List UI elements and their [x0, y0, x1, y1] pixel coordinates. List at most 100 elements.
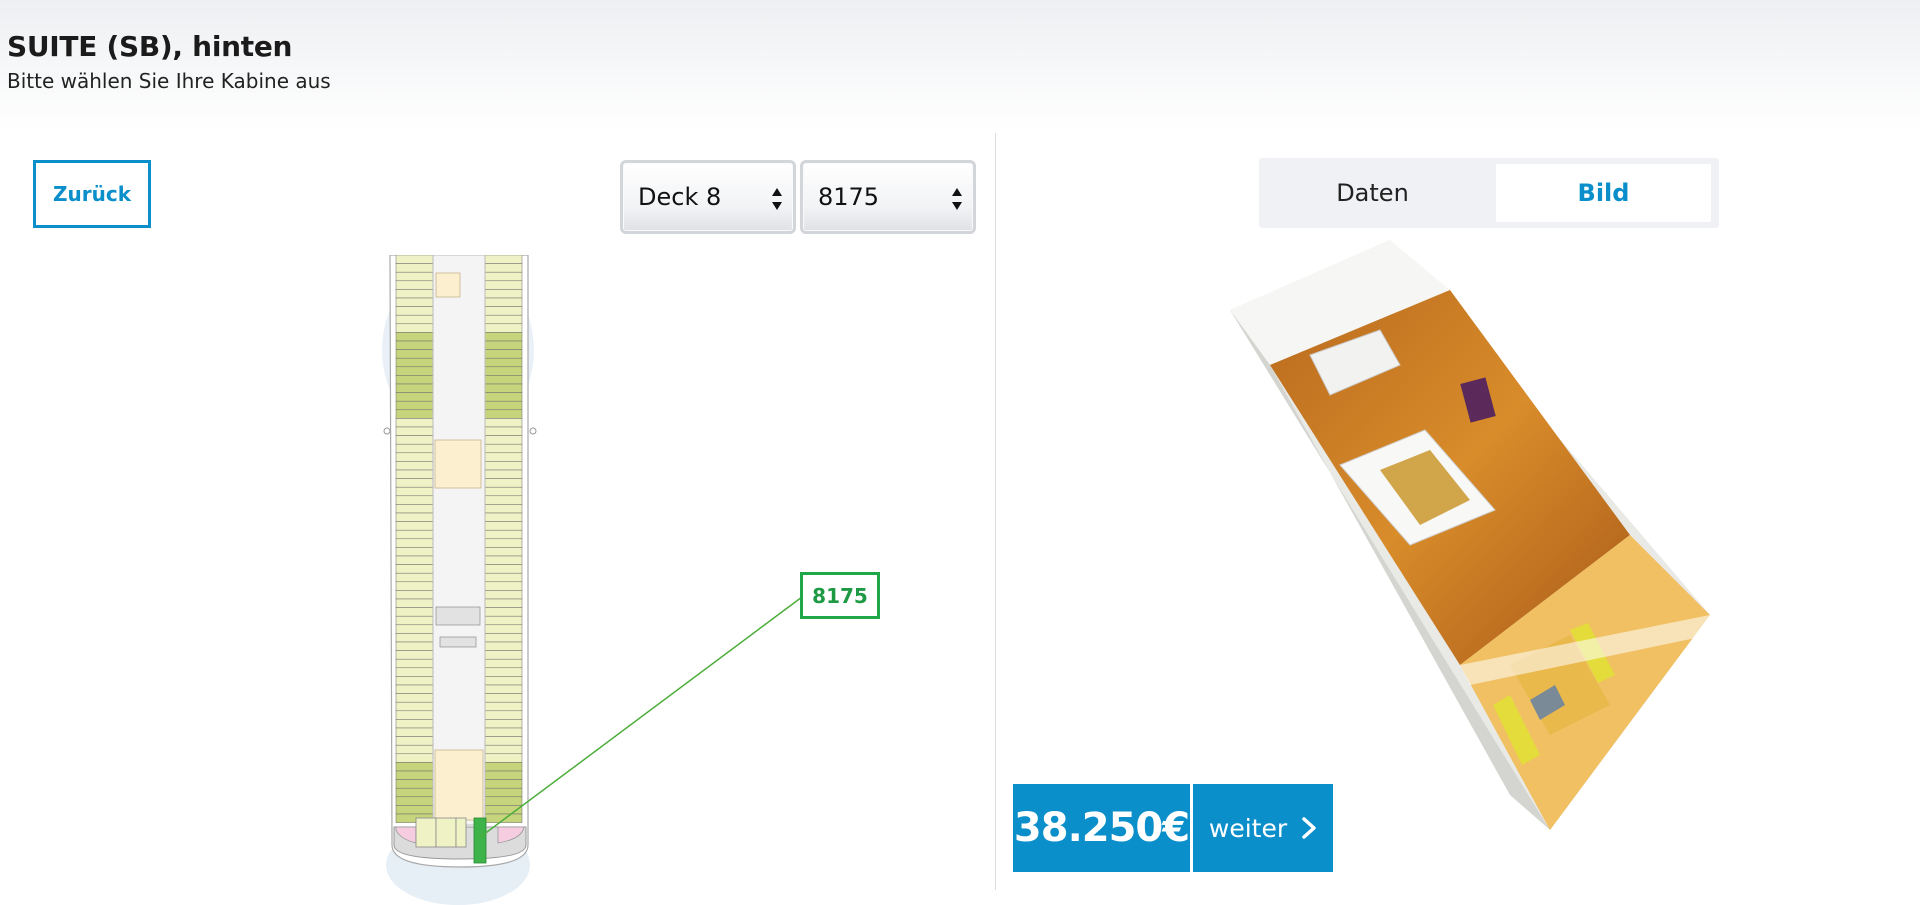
cabin[interactable]: [395, 332, 434, 342]
cabin[interactable]: [484, 306, 523, 316]
cabin[interactable]: [484, 650, 523, 660]
cabin[interactable]: [395, 349, 434, 359]
cabin[interactable]: [484, 598, 523, 608]
cabin[interactable]: [395, 357, 434, 368]
back-button[interactable]: Zurück: [33, 160, 151, 228]
cabin[interactable]: [395, 787, 434, 798]
cabin[interactable]: [395, 400, 434, 411]
cabin[interactable]: [484, 633, 523, 643]
cabin[interactable]: [484, 418, 523, 428]
cabin[interactable]: [484, 375, 523, 385]
cabin[interactable]: [484, 443, 523, 454]
cabin[interactable]: [395, 418, 434, 428]
cabin[interactable]: [395, 409, 434, 419]
cabin[interactable]: [395, 555, 434, 565]
cabin[interactable]: [395, 564, 434, 574]
cabin[interactable]: [395, 435, 434, 445]
cabin[interactable]: [395, 538, 434, 548]
deck-select[interactable]: Deck 8: [620, 160, 796, 234]
cabin[interactable]: [484, 400, 523, 411]
deck-plan[interactable]: [380, 255, 540, 905]
next-button[interactable]: weiter: [1193, 784, 1333, 872]
cabin[interactable]: [395, 650, 434, 660]
cabin[interactable]: [484, 529, 523, 540]
cabin[interactable]: [484, 658, 523, 669]
selected-cabin[interactable]: [473, 817, 487, 864]
cabin[interactable]: [395, 607, 434, 617]
cabin[interactable]: [395, 263, 434, 273]
cabin[interactable]: [484, 607, 523, 617]
cabin[interactable]: [455, 817, 467, 848]
cabin[interactable]: [395, 426, 434, 436]
cabin[interactable]: [435, 817, 457, 848]
cabin[interactable]: [395, 289, 434, 299]
cabin[interactable]: [395, 572, 434, 583]
cabin[interactable]: [484, 452, 523, 462]
cabin[interactable]: [484, 280, 523, 290]
cabin[interactable]: [484, 813, 523, 823]
cabin[interactable]: [484, 744, 523, 755]
cabin[interactable]: [484, 314, 523, 325]
cabin[interactable]: [484, 349, 523, 359]
cabin[interactable]: [395, 624, 434, 634]
cabin[interactable]: [395, 469, 434, 479]
cabin[interactable]: [484, 762, 523, 772]
cabin[interactable]: [395, 383, 434, 393]
cabin[interactable]: [484, 435, 523, 445]
cabin[interactable]: [484, 340, 523, 350]
cabin[interactable]: [484, 667, 523, 677]
cabin[interactable]: [484, 271, 523, 282]
selected-cabin-callout[interactable]: 8175: [800, 572, 880, 619]
cabin[interactable]: [484, 581, 523, 591]
tab-daten[interactable]: Daten: [1265, 164, 1480, 222]
cabin[interactable]: [395, 392, 434, 402]
cabin[interactable]: [395, 280, 434, 290]
cabin[interactable]: [484, 357, 523, 368]
cabin[interactable]: [484, 684, 523, 694]
cabin[interactable]: [395, 495, 434, 505]
cabin[interactable]: [484, 796, 523, 806]
cabin[interactable]: [395, 461, 434, 471]
cabin[interactable]: [395, 796, 434, 806]
cabin[interactable]: [395, 676, 434, 686]
cabin[interactable]: [484, 805, 523, 815]
cabin[interactable]: [484, 263, 523, 273]
cabin[interactable]: [484, 538, 523, 548]
cabin[interactable]: [484, 383, 523, 393]
cabin[interactable]: [484, 719, 523, 729]
cabin[interactable]: [484, 366, 523, 376]
cabin[interactable]: [484, 779, 523, 789]
cabin[interactable]: [395, 658, 434, 669]
cabin[interactable]: [484, 736, 523, 746]
cabin[interactable]: [484, 753, 523, 763]
cabin[interactable]: [484, 547, 523, 557]
cabin[interactable]: [395, 529, 434, 540]
cabin[interactable]: [484, 624, 523, 634]
cabin[interactable]: [484, 504, 523, 514]
cabin[interactable]: [484, 787, 523, 798]
cabin[interactable]: [395, 770, 434, 780]
cabin[interactable]: [395, 641, 434, 651]
cabin[interactable]: [395, 719, 434, 729]
cabin[interactable]: [484, 770, 523, 780]
cabin[interactable]: [395, 779, 434, 789]
cabin[interactable]: [484, 461, 523, 471]
cabin[interactable]: [395, 366, 434, 376]
cabin[interactable]: [395, 452, 434, 462]
cabin[interactable]: [484, 615, 523, 626]
cabin[interactable]: [484, 710, 523, 720]
cabin[interactable]: [484, 289, 523, 299]
cabin[interactable]: [395, 443, 434, 454]
cabin[interactable]: [484, 693, 523, 703]
cabin[interactable]: [395, 710, 434, 720]
cabin[interactable]: [395, 547, 434, 557]
cabin[interactable]: [484, 297, 523, 307]
cabin[interactable]: [484, 255, 523, 264]
cabin[interactable]: [395, 753, 434, 763]
cabin[interactable]: [484, 332, 523, 342]
cabin[interactable]: [395, 271, 434, 282]
cabin[interactable]: [395, 590, 434, 600]
cabin[interactable]: [484, 727, 523, 737]
cabin[interactable]: [395, 314, 434, 325]
cabin[interactable]: [395, 581, 434, 591]
